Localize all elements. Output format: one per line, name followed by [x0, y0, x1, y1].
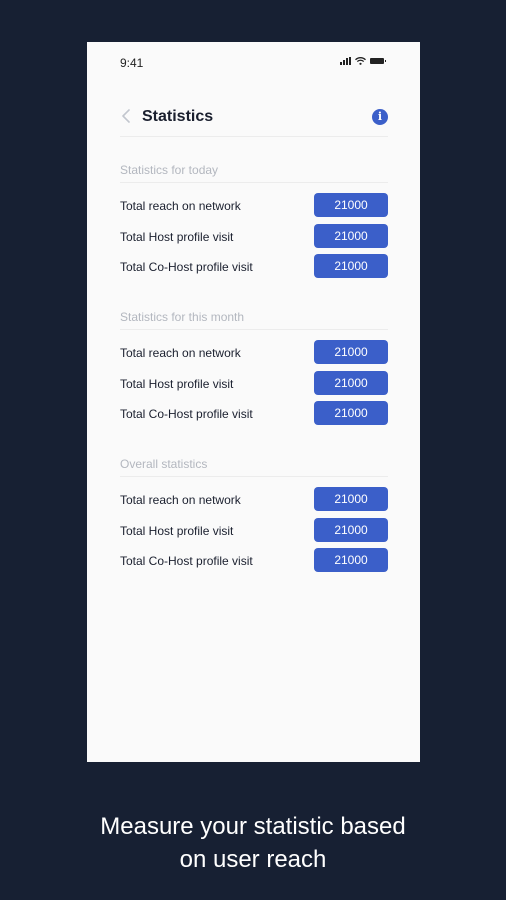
wifi-icon	[355, 57, 366, 65]
status-time: 9:41	[120, 56, 144, 70]
section-title: Overall statistics	[120, 454, 388, 477]
section-overall: Overall statistics Total reach on networ…	[120, 454, 388, 577]
stat-label: Total Host profile visit	[120, 376, 234, 391]
stat-value-button[interactable]: 21000	[314, 401, 388, 425]
status-icons	[340, 57, 386, 65]
stat-label: Total Co-Host profile visit	[120, 260, 253, 274]
promo-caption: Measure your statistic based on user rea…	[0, 810, 506, 876]
stat-value-button[interactable]: 21000	[314, 548, 388, 572]
stat-label: Total Co-Host profile visit	[120, 554, 253, 568]
caption-line-1: Measure your statistic based	[100, 813, 406, 840]
stat-row: Total Host profile visit 21000	[120, 369, 388, 400]
section-month: Statistics for this month Total reach on…	[120, 307, 388, 430]
section-today: Statistics for today Total reach on netw…	[120, 160, 388, 283]
caption-line-2: on user reach	[179, 846, 327, 873]
back-button[interactable]	[120, 108, 134, 124]
stat-row: Total Host profile visit 21000	[120, 516, 388, 547]
stat-row: Total Host profile visit 21000	[120, 222, 388, 253]
stat-row: Total reach on network 21000	[120, 338, 388, 369]
stat-row: Total Co-Host profile visit 21000	[120, 546, 388, 577]
signal-icon	[340, 57, 351, 65]
stat-value-button[interactable]: 21000	[314, 517, 388, 542]
stat-value-button[interactable]: 21000	[314, 370, 388, 395]
stat-row: Total reach on network 21000	[120, 485, 388, 516]
stat-label: Total Host profile visit	[120, 229, 234, 244]
battery-icon	[370, 58, 386, 64]
stat-row: Total reach on network 21000	[120, 191, 388, 222]
stat-label: Total reach on network	[120, 493, 241, 507]
stat-label: Total reach on network	[120, 199, 241, 213]
stat-label: Total Co-Host profile visit	[120, 407, 253, 421]
stat-row: Total Co-Host profile visit 21000	[120, 399, 388, 430]
page-title: Statistics	[142, 108, 214, 125]
stat-value-button[interactable]: 21000	[314, 223, 388, 248]
stat-row: Total Co-Host profile visit 21000	[120, 252, 388, 283]
status-bar: 9:41	[87, 42, 420, 82]
phone-screen: 9:41 Statistics i Statistics for today T…	[87, 42, 420, 762]
stat-value-button[interactable]: 21000	[314, 254, 388, 278]
section-title: Statistics for this month	[120, 307, 388, 330]
stat-label: Total Host profile visit	[120, 523, 234, 538]
stat-value-button[interactable]: 21000	[314, 193, 388, 217]
stat-value-button[interactable]: 21000	[314, 487, 388, 511]
info-icon[interactable]: i	[372, 109, 388, 125]
header: Statistics i	[120, 102, 388, 137]
section-title: Statistics for today	[120, 160, 388, 183]
stat-value-button[interactable]: 21000	[314, 340, 388, 364]
stat-label: Total reach on network	[120, 346, 241, 360]
